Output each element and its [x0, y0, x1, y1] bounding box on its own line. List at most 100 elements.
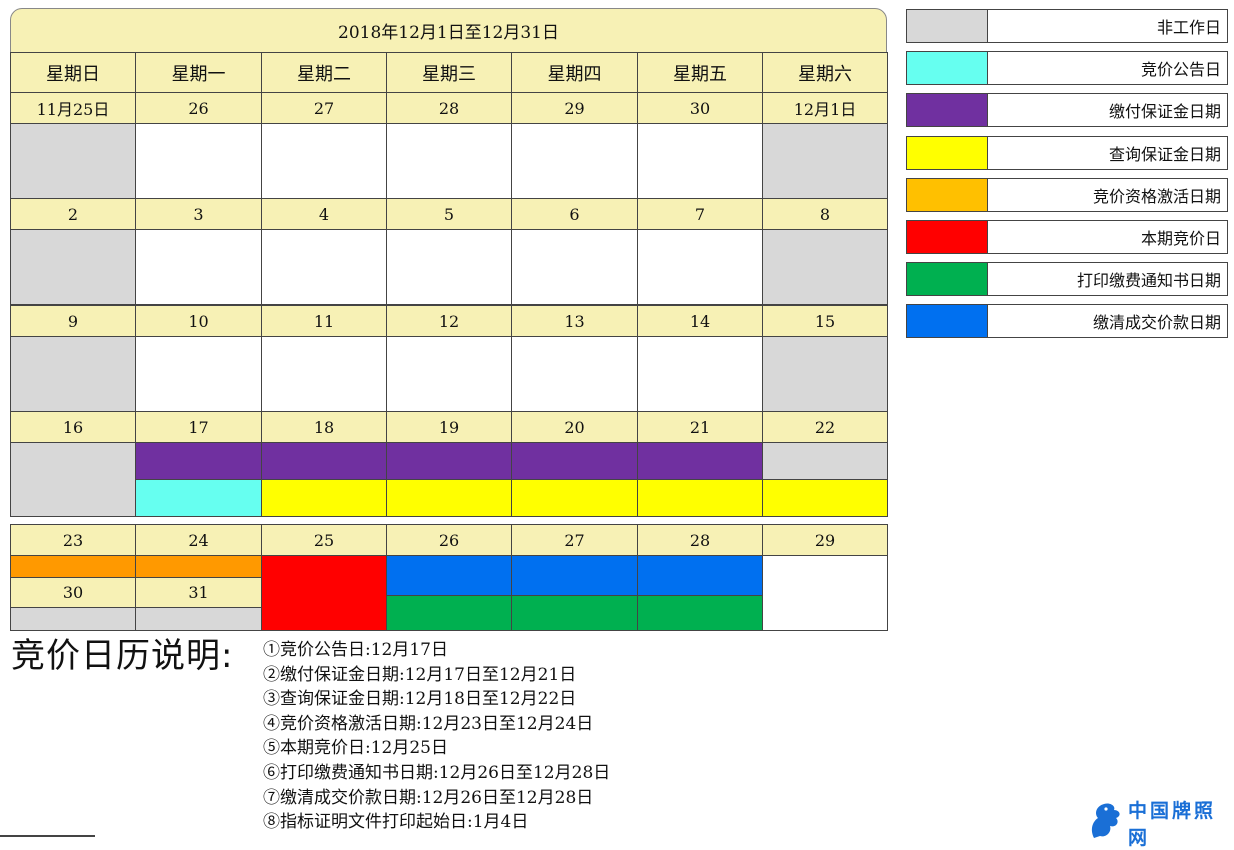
legend-swatch [907, 305, 988, 337]
nonwork-cell [762, 336, 888, 412]
legend-label: 非工作日 [1156, 18, 1221, 37]
legend-label: 查询保证金日期 [1108, 145, 1221, 164]
legend-item: 本期竞价日 [906, 220, 1228, 254]
final-payment-cell [511, 555, 638, 596]
day-cell [135, 123, 262, 199]
date-number: 11月25日 [10, 92, 136, 124]
day-cell [261, 229, 387, 305]
deposit-payment-cell [511, 442, 638, 480]
watermark-text: 中国牌照网 [1128, 800, 1217, 849]
legend-item: 竞价资格激活日期 [906, 178, 1228, 212]
date-number: 17 [135, 411, 262, 443]
date-number: 29 [511, 92, 638, 124]
date-number: 30 [637, 92, 763, 124]
day-cell [386, 336, 512, 412]
legend-label: 缴清成交价款日期 [1092, 313, 1221, 332]
date-number: 13 [511, 305, 638, 337]
legend-label: 竞价公告日 [1140, 60, 1221, 79]
legend-label: 打印缴费通知书日期 [1076, 271, 1221, 290]
legend-item: 缴清成交价款日期 [906, 304, 1228, 338]
weekday-header: 星期一 [135, 52, 262, 93]
date-number: 16 [10, 411, 136, 443]
date-number: 6 [511, 198, 638, 230]
date-number: 29 [762, 524, 888, 556]
day-cell [135, 229, 262, 305]
date-number: 23 [10, 524, 136, 556]
date-number: 12 [386, 305, 512, 337]
print-notice-cell [637, 595, 763, 631]
day-cell [261, 336, 387, 412]
deposit-payment-cell [386, 442, 512, 480]
legend-swatch [907, 179, 988, 211]
weekday-header: 星期三 [386, 52, 512, 93]
legend-swatch [907, 52, 988, 84]
deposit-query-cell [261, 479, 387, 517]
legend-item: 竞价公告日 [906, 51, 1228, 85]
nonwork-cell [762, 442, 888, 480]
day-cell [135, 336, 262, 412]
explanation-note: ⑤本期竞价日:12月25日 [263, 738, 448, 759]
nonwork-cell [762, 229, 888, 305]
day-cell [637, 229, 763, 305]
calendar: 2018年12月1日至12月31日 星期日 星期一 星期二 星期三 星期四 星期五 星期六 1… [10, 8, 888, 631]
nonwork-cell [10, 336, 136, 412]
explanation-note: ⑦缴清成交价款日期:12月26日至12月28日 [263, 787, 594, 808]
legend-item: 缴付保证金日期 [906, 93, 1228, 127]
day-cell [511, 336, 638, 412]
explanation-note: ⑧指标证明文件打印起始日:1月4日 [263, 812, 529, 833]
explanation-title: 竞价日历说明: [11, 636, 234, 676]
date-number: 24 [135, 524, 262, 556]
date-number: 19 [386, 411, 512, 443]
legend-swatch [907, 263, 988, 295]
day-cell [637, 123, 763, 199]
date-number: 21 [637, 411, 763, 443]
deposit-query-cell [637, 479, 763, 517]
weekday-header: 星期日 [10, 52, 136, 93]
day-cell [762, 555, 888, 631]
final-payment-cell [386, 555, 512, 596]
legend-label: 缴付保证金日期 [1108, 102, 1221, 121]
print-notice-cell [511, 595, 638, 631]
date-number: 14 [637, 305, 763, 337]
deposit-payment-cell [261, 442, 387, 480]
legend-label: 本期竞价日 [1140, 229, 1221, 248]
dragon-logo-icon [1086, 800, 1124, 846]
explanation-note: ③查询保证金日期:12月18日至12月22日 [263, 689, 577, 710]
activation-cell [135, 555, 262, 578]
deposit-payment-cell [637, 442, 763, 480]
legend-item: 非工作日 [906, 9, 1228, 43]
date-number: 25 [261, 524, 387, 556]
date-number: 5 [386, 198, 512, 230]
bidding-day-cell [261, 555, 387, 631]
watermark: 中国牌照网 [1086, 796, 1234, 850]
nonwork-cell [10, 123, 136, 199]
date-number: 2 [10, 198, 136, 230]
legend-swatch [907, 221, 988, 253]
date-number: 26 [386, 524, 512, 556]
date-number: 22 [762, 411, 888, 443]
date-number: 9 [10, 305, 136, 337]
day-cell [386, 123, 512, 199]
date-number: 26 [135, 92, 262, 124]
date-number: 7 [637, 198, 763, 230]
date-number: 20 [511, 411, 638, 443]
date-number: 31 [135, 577, 262, 608]
deposit-query-cell [511, 479, 638, 517]
date-number: 11 [261, 305, 387, 337]
legend-swatch [907, 94, 988, 126]
announcement-cell [135, 479, 262, 517]
weekday-header: 星期二 [261, 52, 387, 93]
legend-swatch [907, 10, 988, 42]
deposit-query-cell [762, 479, 888, 517]
day-cell [511, 229, 638, 305]
weekday-header: 星期四 [511, 52, 638, 93]
day-cell [386, 229, 512, 305]
legend-item: 打印缴费通知书日期 [906, 262, 1228, 296]
calendar-title: 2018年12月1日至12月31日 [10, 8, 887, 53]
explanation-note: ①竞价公告日:12月17日 [263, 640, 448, 660]
explanation-note: ④竞价资格激活日期:12月23日至12月24日 [263, 713, 594, 734]
date-number: 10 [135, 305, 262, 337]
date-number: 3 [135, 198, 262, 230]
explanation-note: ⑥打印缴费通知书日期:12月26日至12月28日 [263, 762, 611, 783]
date-number: 28 [386, 92, 512, 124]
